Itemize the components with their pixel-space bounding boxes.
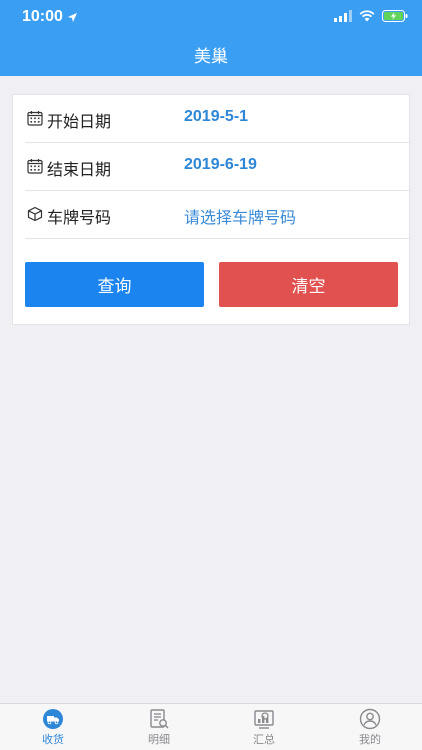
- tab-mine-label: 我的: [359, 733, 381, 746]
- clear-button[interactable]: 清空: [219, 262, 398, 307]
- query-form-card: 开始日期 2019-5-1 结束日期 2019-6-19 车牌号码 请选择车牌号…: [12, 94, 411, 325]
- plate-number-row[interactable]: 车牌号码 请选择车牌号码: [25, 191, 411, 239]
- end-date-row[interactable]: 结束日期 2019-6-19: [25, 143, 411, 191]
- page-title: 美巢: [194, 47, 228, 67]
- truck-receive-icon: [43, 709, 63, 729]
- plate-number-label: 车牌号码: [47, 208, 112, 227]
- start-date-label: 开始日期: [47, 112, 112, 131]
- location-arrow-icon: [67, 12, 78, 22]
- chart-summary-icon: [254, 710, 274, 729]
- tab-details-label: 明细: [148, 733, 170, 746]
- tab-details[interactable]: 明细: [129, 708, 189, 747]
- tab-receive[interactable]: 收货: [23, 708, 83, 747]
- end-date-value[interactable]: 2019-6-19: [184, 156, 257, 174]
- battery-charging-icon: [382, 10, 408, 22]
- status-bar-time: 10:00: [22, 8, 78, 26]
- start-date-row[interactable]: 开始日期 2019-5-1: [25, 95, 411, 143]
- tab-receive-label: 收货: [42, 733, 64, 746]
- status-bar-indicators: [334, 10, 408, 22]
- start-date-value[interactable]: 2019-5-1: [184, 108, 248, 126]
- status-time-text: 10:00: [22, 8, 63, 25]
- user-icon: [359, 708, 381, 730]
- query-button[interactable]: 查询: [25, 262, 204, 307]
- tab-summary[interactable]: 汇总: [234, 708, 294, 747]
- wifi-icon: [359, 10, 375, 22]
- document-search-icon: [150, 709, 169, 729]
- app-header: 10:00 美巢: [0, 0, 422, 76]
- bottom-tab-bar: 收货 明细 汇总 我的: [0, 703, 422, 750]
- tab-summary-label: 汇总: [253, 733, 275, 746]
- plate-number-select[interactable]: 请选择车牌号码: [184, 204, 296, 228]
- end-date-label: 结束日期: [47, 160, 112, 179]
- calendar-icon: [27, 159, 43, 174]
- calendar-icon: [27, 111, 43, 126]
- box-icon: [27, 206, 43, 222]
- tab-mine[interactable]: 我的: [340, 708, 400, 747]
- signal-icon: [334, 10, 352, 22]
